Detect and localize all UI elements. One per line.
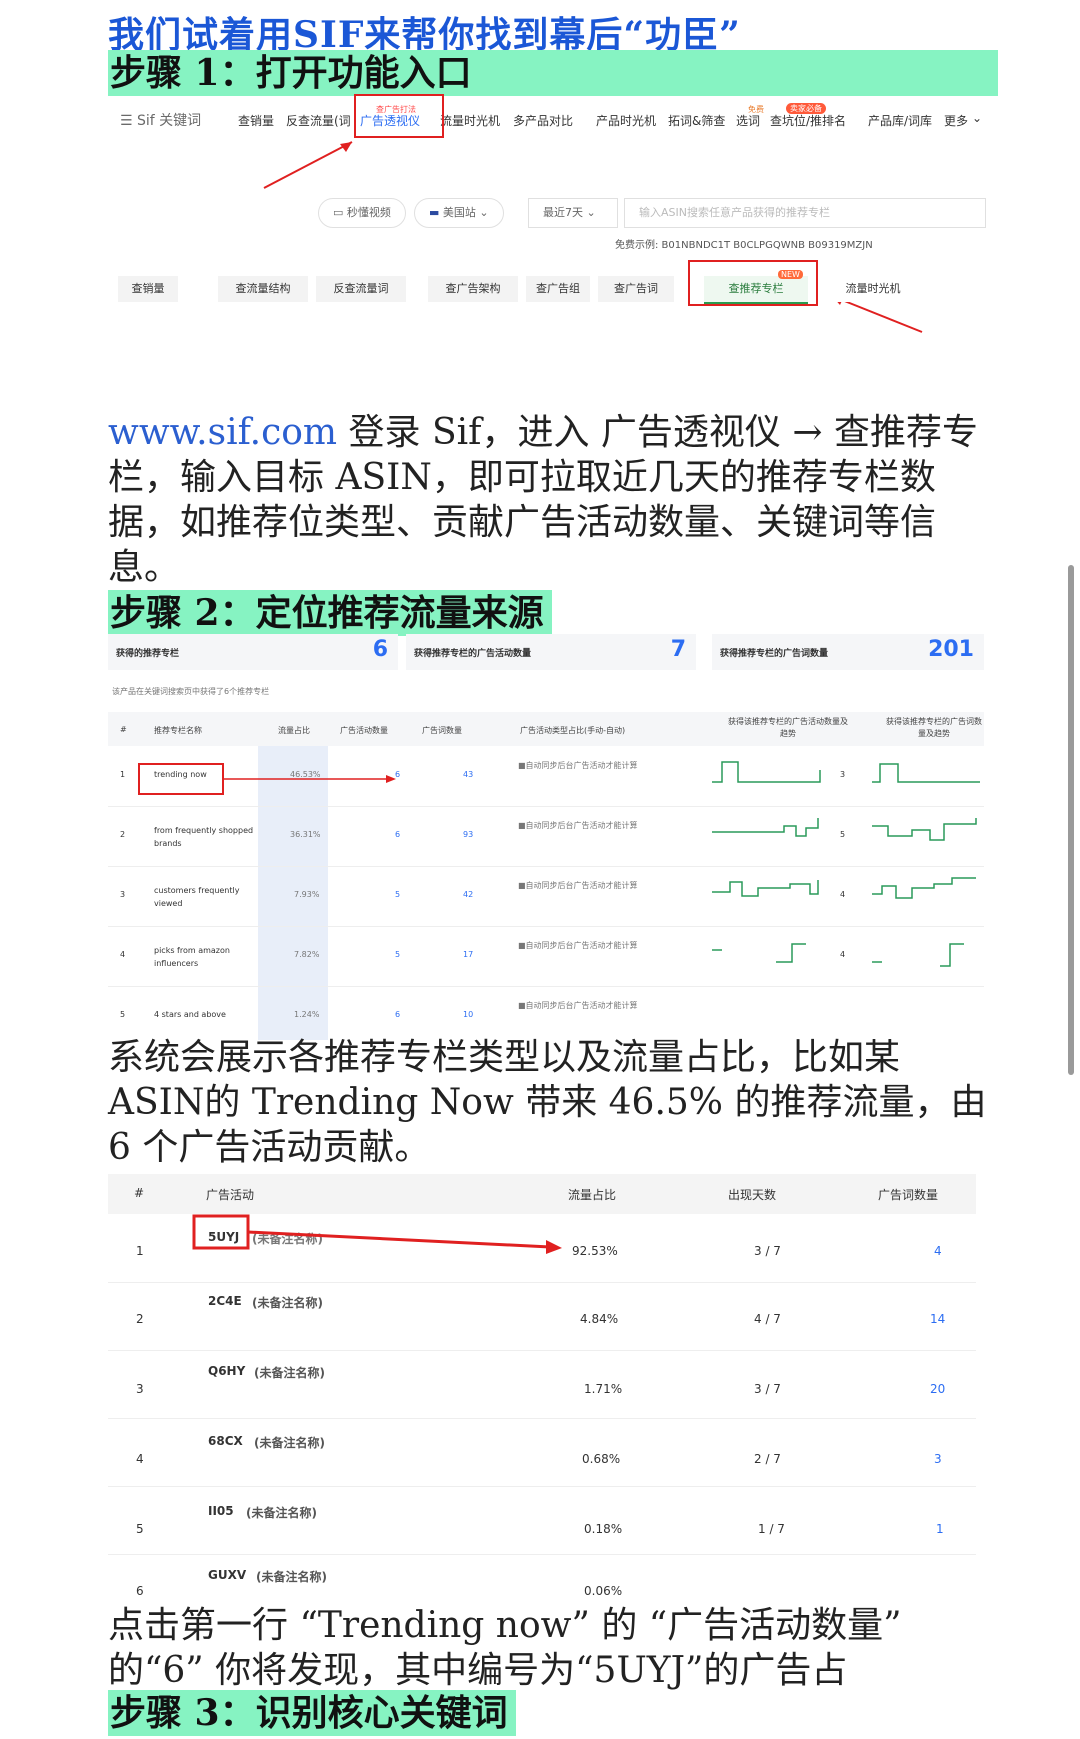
campaign-id[interactable]: GUXV [208,1568,246,1582]
table-row[interactable]: 5 II05 (未备注名称) 0.18% 1 / 7 1 [108,1486,976,1555]
row-number: 3 [136,1382,144,1396]
row-number: 6 [136,1584,144,1598]
row-pct: 0.06% [584,1584,623,1598]
page-scrollbar[interactable] [1068,565,1074,1075]
campaign-note: (未备注名称) [246,1506,317,1520]
table3-overlays [192,1214,562,1254]
row-days: 4 / 7 [754,1312,781,1326]
row-days: 1 / 7 [758,1522,785,1536]
arrow-5uyj-to-pct [247,1230,551,1249]
row-keywords[interactable]: 14 [930,1312,945,1326]
step3-heading: 步骤 3：识别核心关键词 [108,1690,516,1736]
row-keywords[interactable]: 3 [934,1452,942,1466]
row-days: 2 / 7 [754,1452,781,1466]
row-number: 5 [136,1522,144,1536]
row-days: 3 / 7 [754,1382,781,1396]
row-number: 2 [136,1312,144,1326]
campaign-id[interactable]: Q6HY [208,1364,245,1378]
campaign-note: (未备注名称) [254,1436,325,1450]
campaign-id[interactable]: 68CX [208,1434,243,1448]
campaign-note: (未备注名称) [254,1366,325,1380]
campaign-note: (未备注名称) [256,1570,327,1584]
table-row[interactable]: 3 Q6HY (未备注名称) 1.71% 3 / 7 20 [108,1350,976,1419]
arrowhead-5uyj [546,1240,562,1254]
table-row[interactable]: 4 68CX (未备注名称) 0.68% 2 / 7 3 [108,1418,976,1487]
row-keywords[interactable]: 20 [930,1382,945,1396]
row-pct: 1.71% [584,1382,623,1396]
row-pct: 4.84% [580,1312,619,1326]
campaign-id[interactable]: II05 [208,1504,234,1518]
row-number: 4 [136,1452,144,1466]
row-keywords[interactable]: 1 [936,1522,944,1536]
highlight-box-5uyj [192,1214,250,1250]
row-pct: 0.18% [584,1522,623,1536]
row-pct: 0.68% [582,1452,621,1466]
table-row[interactable]: 6 GUXV (未备注名称) 0.06% [108,1554,976,1598]
